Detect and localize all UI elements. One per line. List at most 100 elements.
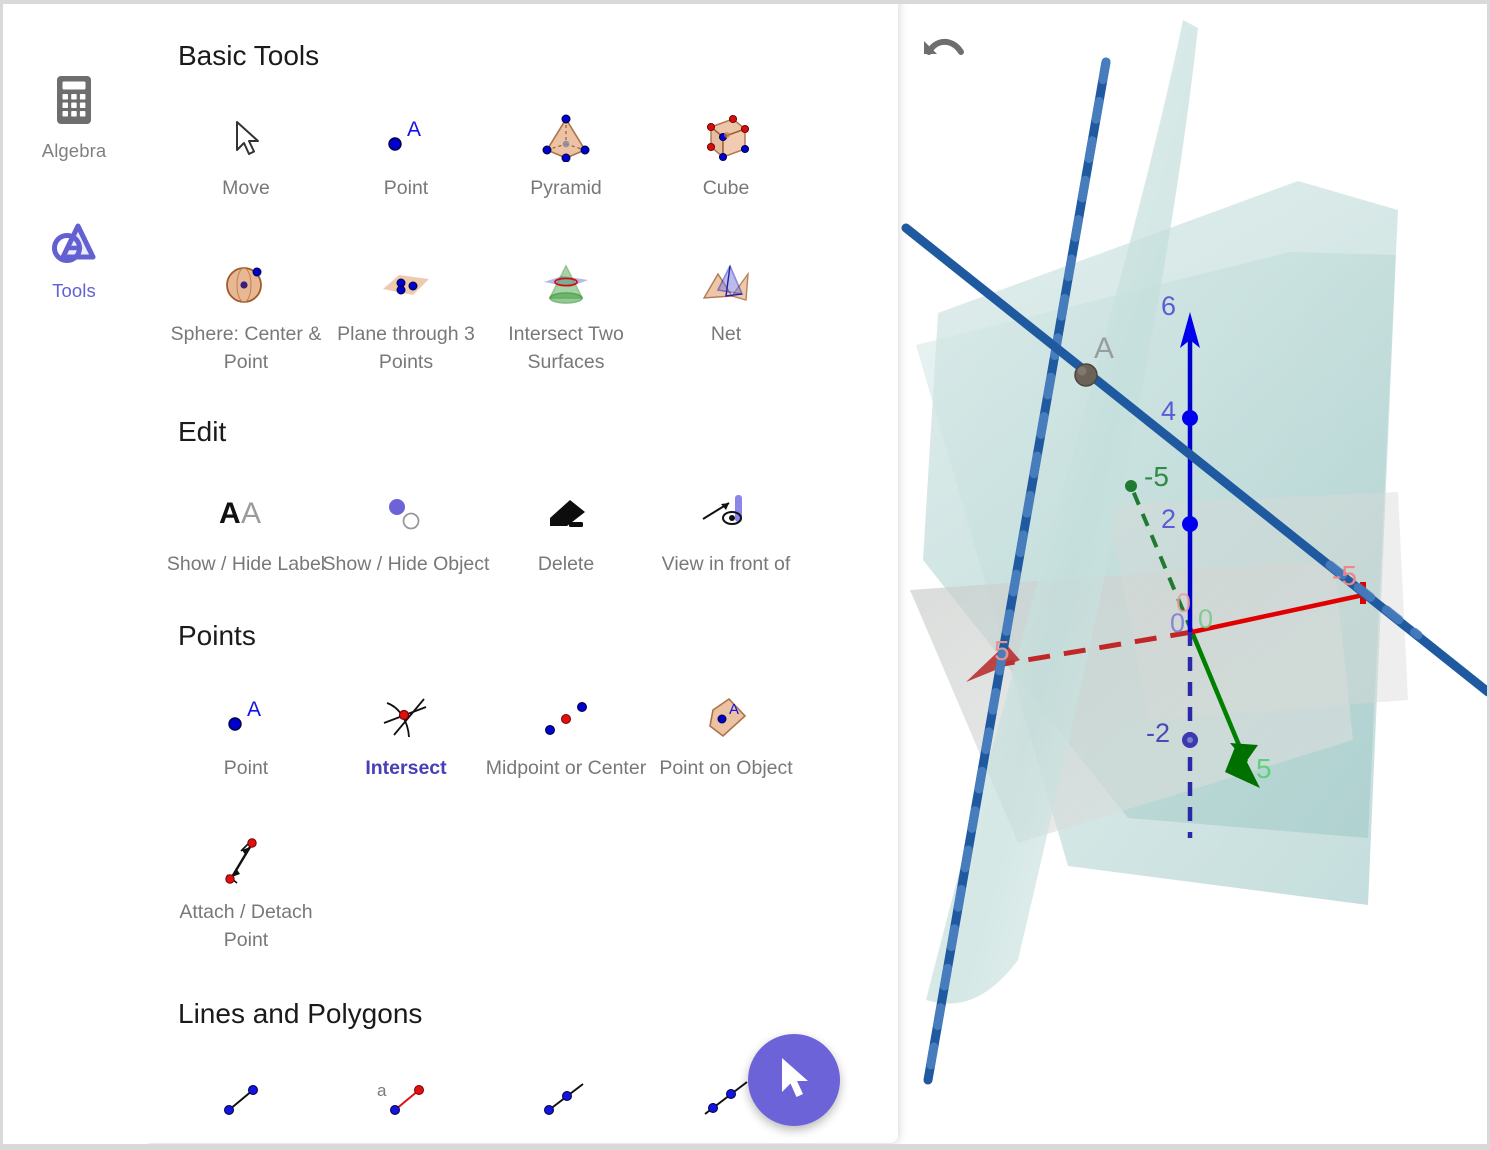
tools-panel: Basic Tools Move A Point Pyramid Cube Sp…: [148, 0, 898, 1143]
window-frame-left: [0, 0, 3, 1150]
plane-gray-back: [1108, 492, 1408, 720]
z-tick-6: 6: [1161, 291, 1176, 321]
tool-cube[interactable]: Cube: [646, 100, 806, 202]
section-title-basic-tools: Basic Tools: [178, 40, 320, 71]
tool-net-label: Net: [710, 323, 742, 345]
tool-sphere-center-label: Sphere: Center & Point: [170, 323, 322, 373]
x-tick-neg5: -5: [1332, 560, 1357, 591]
point-on-object-icon: A: [694, 690, 758, 746]
tool-net[interactable]: Net: [646, 246, 806, 376]
svg-text:A: A: [247, 698, 261, 721]
z-tick-4: 4: [1161, 396, 1176, 426]
ray-icon: [534, 1070, 598, 1126]
window-frame-top: [0, 0, 1490, 4]
tool-point[interactable]: A Point: [326, 100, 486, 202]
tool-view-in-front-of-label: View in front of: [661, 553, 791, 575]
tool-attach-detach[interactable]: Attach / Detach Point: [166, 824, 326, 954]
rail-item-algebra[interactable]: Algebra: [0, 74, 148, 162]
y-tick-0: 0: [1198, 604, 1213, 634]
tool-intersect-surfaces-label: Intersect Two Surfaces: [508, 323, 624, 373]
tool-show-hide-label-label: Show / Hide Label: [166, 553, 326, 575]
tool-grid-points: A Point Intersect Midpoint or Center A P…: [148, 680, 898, 954]
tools-panel-scroll-area[interactable]: Basic Tools Move A Point Pyramid Cube Sp…: [148, 0, 898, 1143]
segment-length-icon: a: [374, 1070, 438, 1126]
tool-midpoint[interactable]: Midpoint or Center: [486, 680, 646, 782]
section-title-edit: Edit: [178, 416, 227, 447]
tool-point-on-object[interactable]: A Point on Object: [646, 680, 806, 782]
eye-arrow-icon: [694, 486, 758, 542]
tool-grid-basic-tools: Move A Point Pyramid Cube Sphere: Center…: [148, 100, 898, 376]
tool-cube-label: Cube: [702, 177, 750, 199]
window-frame-bottom: [0, 1144, 1490, 1150]
tool-intersect-surfaces[interactable]: Intersect Two Surfaces: [486, 246, 646, 376]
tool-point-on-object-label: Point on Object: [659, 757, 793, 779]
section-title-points: Points: [178, 620, 256, 651]
tool-midpoint-label: Midpoint or Center: [485, 757, 647, 779]
x-tick-0: 0: [1176, 588, 1191, 618]
sphere-icon: [214, 256, 278, 312]
tool-show-hide-object-label: Show / Hide Object: [322, 553, 490, 575]
rail-item-algebra-label: Algebra: [41, 140, 107, 161]
attach-detach-icon: [214, 834, 278, 890]
tool-segment[interactable]: [166, 1060, 326, 1134]
section-title-lines-and-polygons: Lines and Polygons: [178, 998, 423, 1029]
svg-text:A: A: [729, 701, 739, 718]
tool-delete[interactable]: Delete: [486, 476, 646, 578]
left-rail: Algebra Tools: [0, 0, 148, 1150]
two-dots-icon: [374, 486, 438, 542]
geogebra-3d-calculator-app: Algebra Tools Basic Tools Move A Point P…: [0, 0, 1490, 1150]
segment-icon: [214, 1070, 278, 1126]
rail-item-tools[interactable]: Tools: [0, 220, 148, 302]
tool-plane-3-points[interactable]: Plane through 3 Points: [326, 246, 486, 376]
tool-plane-3-points-label: Plane through 3 Points: [337, 323, 475, 373]
z-tick-neg2: -2: [1146, 718, 1170, 748]
tool-sphere-center[interactable]: Sphere: Center & Point: [166, 246, 326, 376]
point-a-icon: A: [374, 110, 438, 166]
svg-text:A: A: [407, 118, 421, 141]
eraser-icon: [534, 486, 598, 542]
move-tool-fab-button[interactable]: [748, 1034, 840, 1126]
tool-view-in-front-of[interactable]: View in front of: [646, 476, 806, 578]
pyramid-icon: [534, 110, 598, 166]
tool-pyramid[interactable]: Pyramid: [486, 100, 646, 202]
tool-point-label: Point: [383, 177, 429, 199]
tool-point-2-label: Point: [223, 757, 269, 779]
x-tick-5: 5: [994, 635, 1010, 666]
undo-icon: [918, 32, 966, 73]
tool-pyramid-label: Pyramid: [530, 177, 602, 199]
tool-intersect-label: Intersect: [365, 757, 447, 779]
y-tick-neg5: -5: [1144, 461, 1169, 492]
point-a-label: A: [1094, 332, 1114, 365]
cone-plane-icon: [534, 256, 598, 312]
net-icon: [694, 256, 758, 312]
tool-point-2[interactable]: A Point: [166, 680, 326, 782]
tool-segment-length[interactable]: a: [326, 1060, 486, 1134]
aa-label-icon: A A: [214, 486, 278, 542]
tool-show-hide-label[interactable]: A A Show / Hide Label: [166, 476, 326, 578]
plane-points-icon: [374, 256, 438, 312]
undo-button[interactable]: [914, 28, 970, 76]
svg-text:A: A: [219, 497, 241, 530]
z-tick-2: 2: [1161, 504, 1176, 534]
midpoint-icon: [534, 690, 598, 746]
cube-icon: [694, 110, 758, 166]
tool-move-label: Move: [222, 177, 270, 199]
svg-text:a: a: [377, 1081, 387, 1100]
calculator-icon: [54, 74, 94, 131]
point-a[interactable]: [1074, 363, 1098, 387]
intersect-icon: [374, 690, 438, 746]
tool-grid-edit: A A Show / Hide Label Show / Hide Object: [148, 476, 898, 578]
svg-text:A: A: [241, 497, 261, 530]
3d-graphics-view[interactable]: 6 4 2 0 -2 -5 0 5 -5 0 5 A: [898, 0, 1490, 1150]
rail-item-tools-label: Tools: [52, 280, 96, 301]
tool-intersect[interactable]: Intersect: [326, 680, 486, 782]
y-tick-5: 5: [1256, 753, 1272, 784]
move-cursor-icon: [773, 1053, 815, 1108]
tool-ray[interactable]: [486, 1060, 646, 1134]
geogebra-tools-icon: [50, 220, 98, 271]
tool-show-hide-object[interactable]: Show / Hide Object: [323, 476, 489, 578]
point-a-icon: A: [214, 690, 278, 746]
cursor-arrow-icon: [214, 110, 278, 166]
tool-delete-label: Delete: [537, 553, 595, 575]
tool-move[interactable]: Move: [166, 100, 326, 202]
